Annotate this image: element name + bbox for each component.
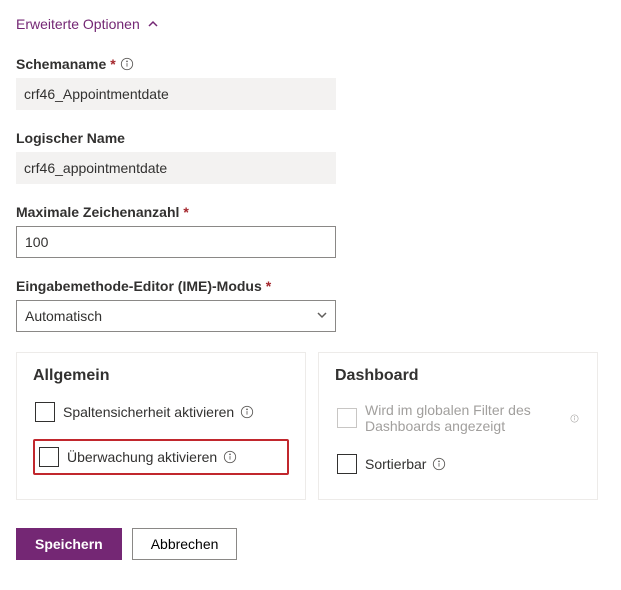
card-dashboard: Dashboard Wird im globalen Filter des Da… [318,352,598,500]
info-icon[interactable] [432,457,446,471]
cancel-button[interactable]: Abbrechen [132,528,238,560]
checkbox-sortable-label: Sortierbar [365,456,446,472]
logicalname-label: Logischer Name [16,130,605,146]
advanced-options-label: Erweiterte Optionen [16,16,140,32]
logicalname-input [16,152,336,184]
field-ime-mode: Eingabemethode-Editor (IME)-Modus * Auto… [16,278,605,332]
required-marker: * [110,56,115,72]
checkbox-sortable[interactable] [337,454,357,474]
required-marker: * [266,278,271,294]
schemaname-input [16,78,336,110]
checkbox-global-filter [337,408,357,428]
field-logicalname: Logischer Name [16,130,605,184]
info-icon[interactable] [240,405,254,419]
ime-mode-select[interactable]: Automatisch [16,300,336,332]
card-general-title: Allgemein [33,367,289,385]
checkbox-column-security[interactable] [35,402,55,422]
card-dashboard-title: Dashboard [335,367,581,385]
ime-mode-label: Eingabemethode-Editor (IME)-Modus * [16,278,605,294]
maxlength-input[interactable] [16,226,336,258]
maxlength-label: Maximale Zeichenanzahl * [16,204,605,220]
save-button[interactable]: Speichern [16,528,122,560]
info-icon[interactable] [120,57,134,71]
info-icon[interactable] [223,450,237,464]
field-schemaname: Schemaname * [16,56,605,110]
chevron-up-icon [146,17,160,31]
card-general: Allgemein Spaltensicherheit aktivieren Ü… [16,352,306,500]
field-maxlength: Maximale Zeichenanzahl * [16,204,605,258]
checkbox-auditing-label: Überwachung aktivieren [67,449,237,465]
info-icon[interactable] [570,411,579,425]
checkbox-auditing[interactable] [39,447,59,467]
schemaname-label: Schemaname * [16,56,605,72]
checkbox-global-filter-label: Wird im globalen Filter des Dashboards a… [365,402,579,434]
advanced-options-toggle[interactable]: Erweiterte Optionen [16,16,160,32]
required-marker: * [183,204,188,220]
checkbox-column-security-label: Spaltensicherheit aktivieren [63,404,254,420]
